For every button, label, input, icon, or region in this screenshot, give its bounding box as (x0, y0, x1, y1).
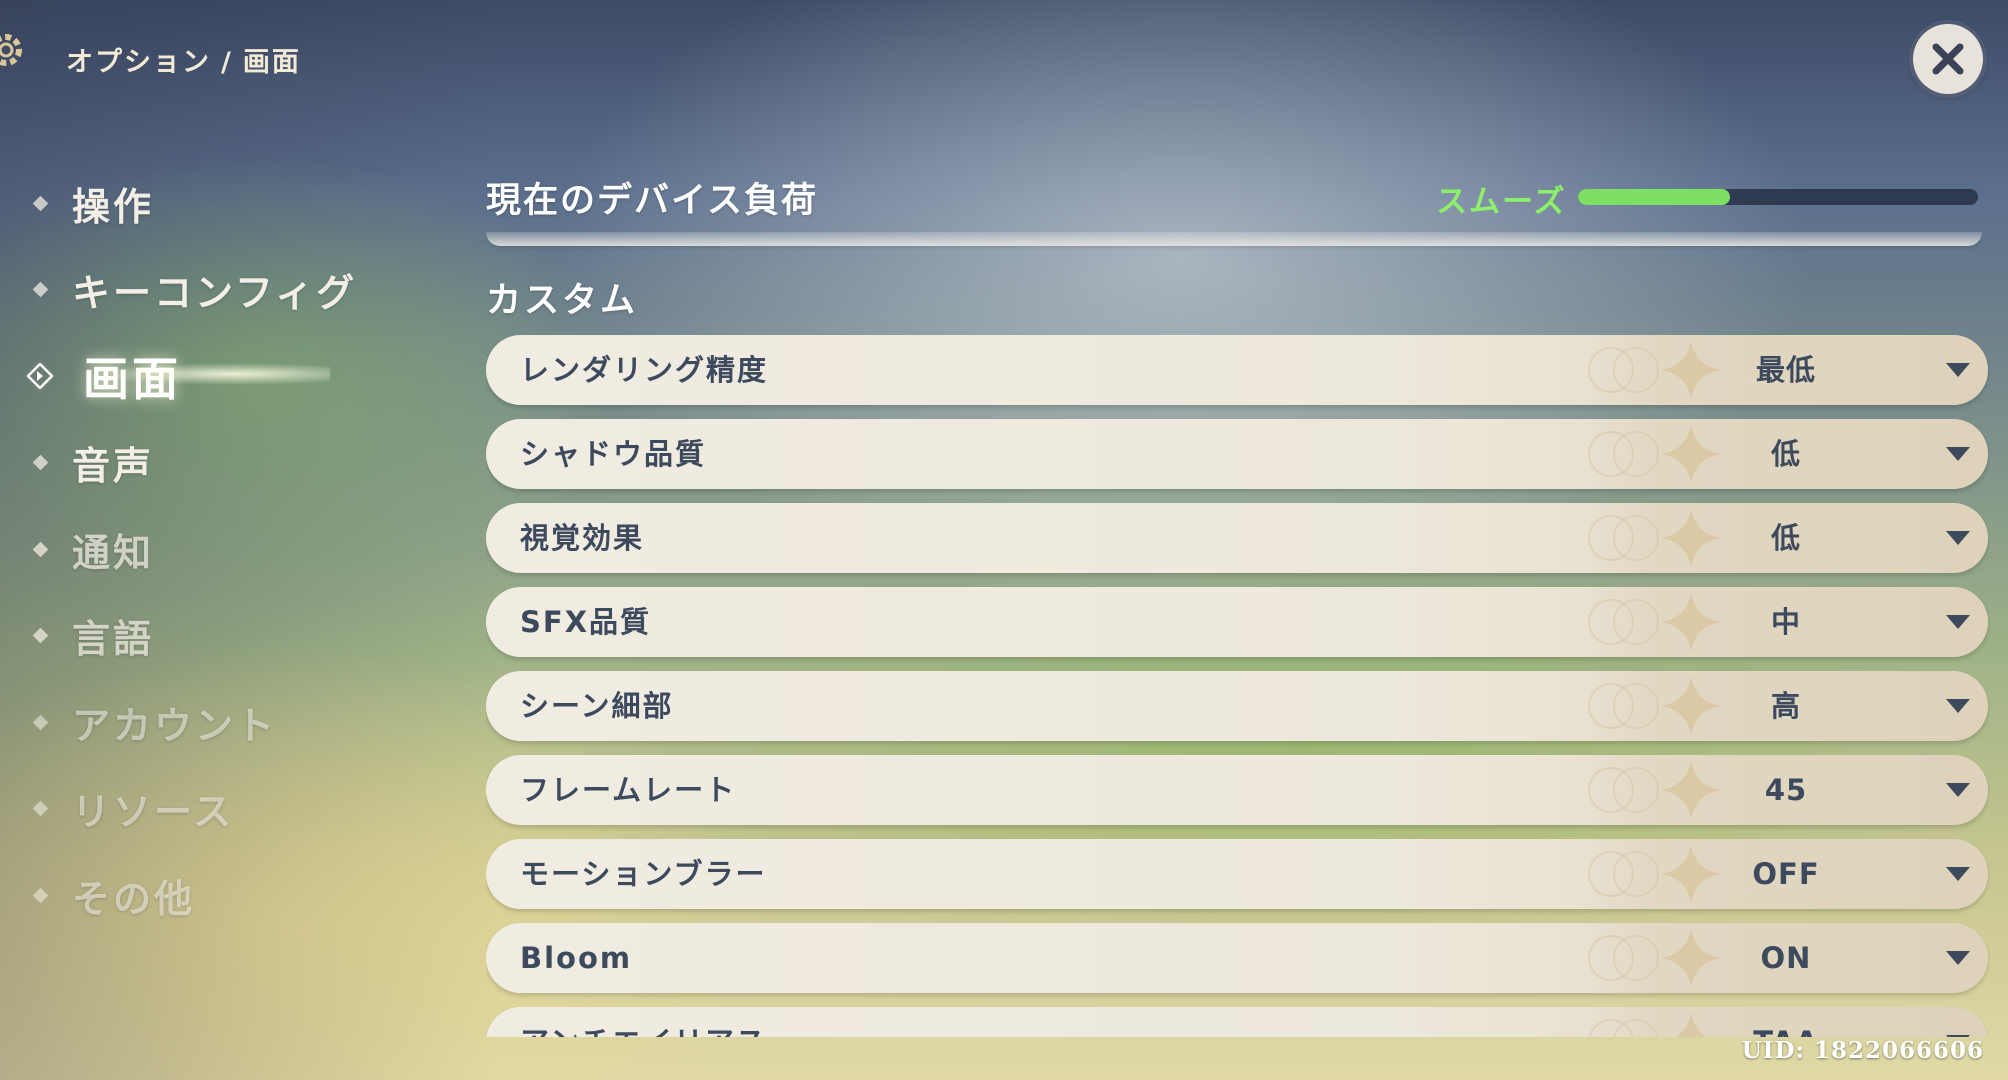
setting-name: モーションブラー (520, 857, 767, 891)
setting-value: ON (1760, 941, 1812, 975)
setting-row-3[interactable]: SFX品質 中 (486, 587, 1988, 657)
setting-name: レンダリング精度 (520, 353, 769, 387)
setting-name: Bloom (520, 941, 633, 975)
sidebar-item-audio[interactable]: 音声 (30, 420, 450, 507)
dropdown-arrow-icon (1946, 783, 1970, 797)
sidebar-item-label: アカウント (72, 703, 278, 748)
device-load-bar (1578, 189, 1978, 205)
sidebar-item-resources[interactable]: リソース (30, 766, 450, 853)
diamond-bullet-icon (32, 800, 49, 817)
close-icon (1932, 43, 1964, 75)
setting-value: 低 (1770, 437, 1801, 471)
device-load-title: 現在のデバイス負荷 (486, 181, 818, 221)
setting-name: SFX品質 (520, 605, 652, 639)
diamond-bullet-icon (32, 627, 49, 644)
setting-value: TAA (1666, 1007, 1906, 1037)
sidebar-item-language[interactable]: 言語 (30, 593, 450, 680)
setting-row-1[interactable]: シャドウ品質 低 (486, 419, 1988, 489)
setting-row-2[interactable]: 視覚効果 低 (486, 503, 1988, 573)
device-load-bar-fill (1578, 189, 1730, 205)
diamond-bullet-icon (32, 887, 49, 904)
dropdown-arrow-icon (1946, 951, 1970, 965)
sidebar-item-account[interactable]: アカウント (30, 679, 450, 766)
sidebar-item-label: 操作 (72, 184, 155, 229)
diamond-bullet-icon (32, 195, 49, 212)
setting-row-6[interactable]: モーションブラー OFF (486, 839, 1988, 909)
dropdown-arrow-icon (1946, 867, 1970, 881)
diamond-bullet-icon (32, 714, 49, 731)
sidebar-item-key-config[interactable]: キーコンフィグ (30, 247, 450, 334)
sidebar-item-controls[interactable]: 操作 (30, 160, 450, 247)
setting-value: OFF (1752, 857, 1820, 891)
setting-value: 高 (1770, 689, 1801, 723)
uid-label: UID: 1822066606 (1741, 1037, 1984, 1064)
setting-row-4[interactable]: シーン細部 高 (486, 671, 1988, 741)
breadcrumb: オプション / 画面 (66, 40, 301, 79)
sidebar-item-other[interactable]: その他 (30, 852, 450, 939)
sidebar-item-label: 通知 (72, 530, 155, 575)
dropdown-arrow-icon (1946, 615, 1970, 629)
section-divider (486, 232, 1982, 246)
close-button[interactable] (1913, 24, 1983, 94)
dropdown-arrow-icon (1946, 363, 1970, 377)
sidebar-item-notifications[interactable]: 通知 (30, 506, 450, 593)
sidebar-item-label: 音声 (72, 444, 155, 489)
sidebar-item-label: 画面 (83, 352, 181, 407)
breadcrumb-separator: / (221, 47, 233, 78)
setting-value: 低 (1770, 521, 1801, 555)
settings-list: レンダリング精度 最低 シャドウ品質 低 視覚効果 低 SFX品質 中 シーン細… (486, 335, 1990, 1037)
dropdown-arrow-icon (1946, 447, 1970, 461)
sidebar-item-label: リソース (72, 790, 235, 835)
sidebar-item-graphics[interactable]: 画面 (27, 333, 450, 420)
setting-row-7[interactable]: Bloom ON (486, 923, 1988, 993)
setting-name: シーン細部 (520, 689, 674, 723)
setting-name: フレームレート (520, 773, 737, 807)
dropdown-arrow-icon (1946, 699, 1970, 713)
setting-row-5[interactable]: フレームレート 45 (486, 755, 1988, 825)
setting-name: アンチエイリアス (520, 1007, 767, 1037)
options-screen: オプション / 画面 操作 キーコンフィグ 画面 音声 通知 言語 アカウント … (0, 0, 2008, 1080)
dropdown-arrow-icon (1946, 531, 1970, 545)
sidebar-nav: 操作 キーコンフィグ 画面 音声 通知 言語 アカウント リソース その他 (27, 160, 450, 939)
setting-value: 最低 (1755, 353, 1816, 387)
sidebar-item-label: その他 (72, 876, 196, 921)
device-load-status: スムーズ (1436, 184, 1567, 220)
active-diamond-icon (27, 363, 53, 390)
sidebar-item-label: 言語 (72, 617, 155, 662)
setting-value: 45 (1764, 773, 1808, 807)
diamond-bullet-icon (32, 541, 49, 558)
setting-row-8[interactable]: アンチエイリアス TAA (486, 1007, 1988, 1037)
setting-name: 視覚効果 (520, 521, 645, 555)
breadcrumb-parent: オプション (66, 47, 211, 78)
sidebar-item-label: キーコンフィグ (72, 271, 358, 316)
custom-section-label: カスタム (486, 281, 639, 321)
breadcrumb-current: 画面 (242, 47, 301, 78)
diamond-bullet-icon (32, 281, 49, 298)
setting-name: シャドウ品質 (520, 437, 707, 471)
diamond-bullet-icon (32, 454, 49, 471)
gear-icon (0, 34, 22, 66)
setting-value: 中 (1770, 605, 1801, 639)
setting-row-0[interactable]: レンダリング精度 最低 (486, 335, 1988, 405)
